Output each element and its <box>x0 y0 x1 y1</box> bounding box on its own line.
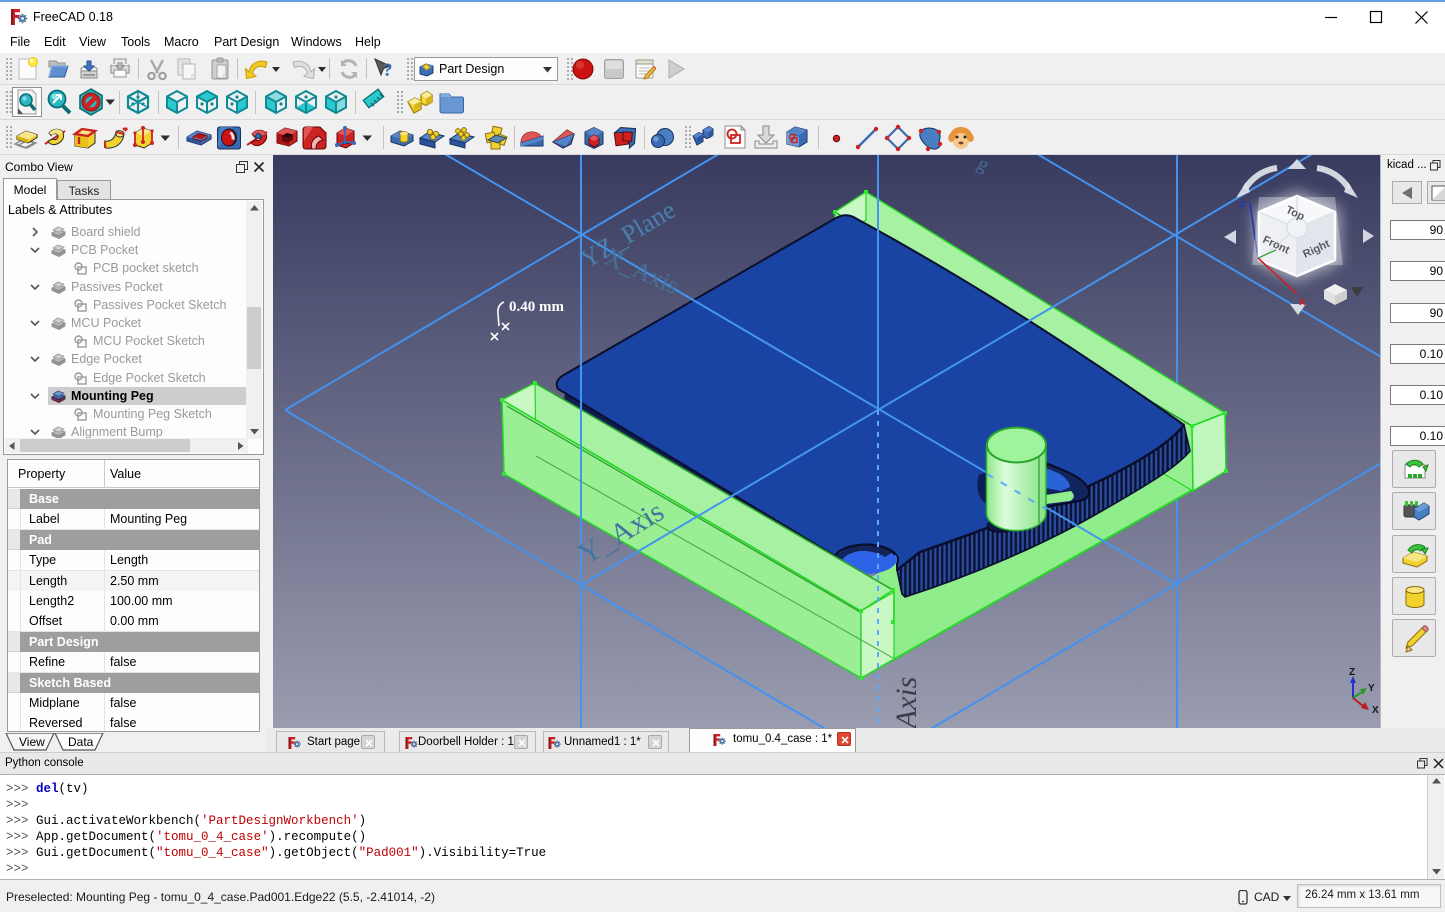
svg-text:Z_Axis: Z_Axis <box>890 677 923 729</box>
svg-text:View: View <box>19 735 45 749</box>
svg-text:?: ? <box>383 60 393 81</box>
svg-text:Y: Y <box>1368 683 1375 694</box>
svg-text:z: z <box>1240 198 1246 210</box>
svg-text:x: x <box>1299 294 1306 308</box>
svg-text:Data: Data <box>68 735 94 749</box>
svg-text:0.40 mm: 0.40 mm <box>509 299 564 315</box>
svg-text:X: X <box>1372 705 1379 716</box>
svg-text:Z: Z <box>1349 667 1355 678</box>
